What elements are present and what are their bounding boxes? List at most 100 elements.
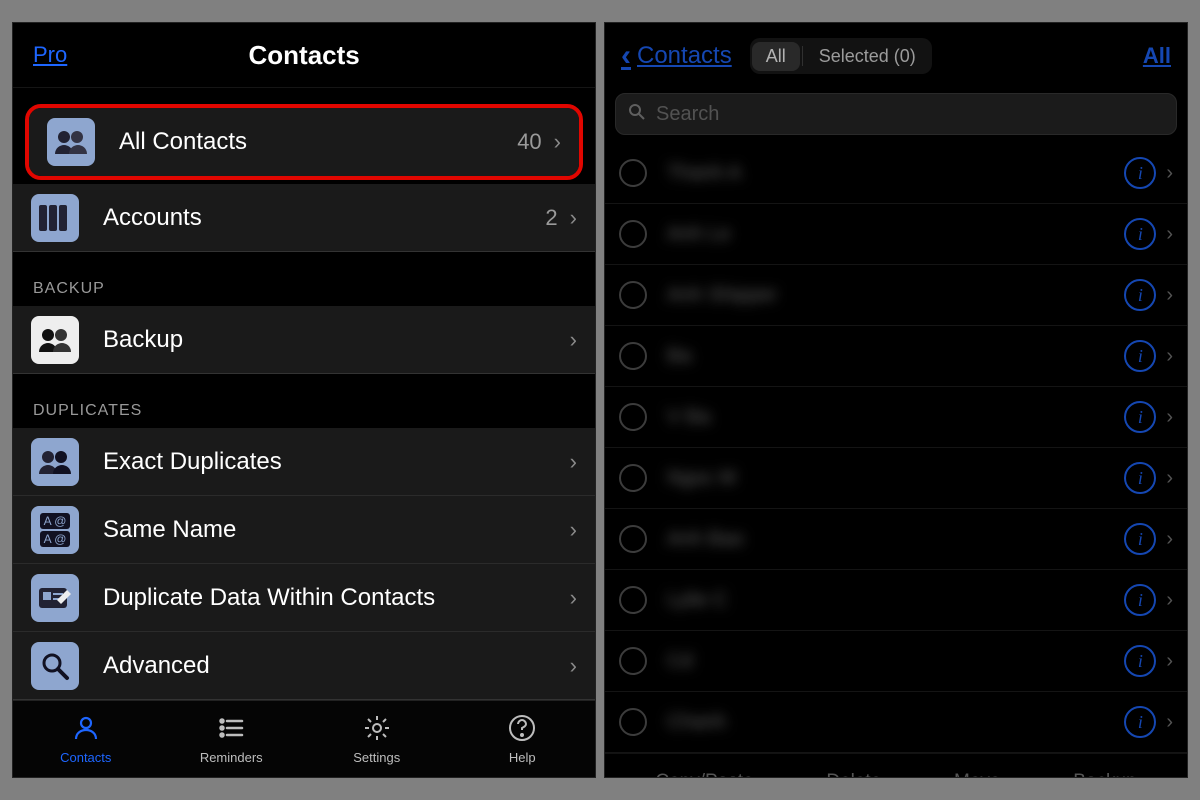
row-advanced[interactable]: Advanced ›: [13, 632, 595, 700]
chevron-right-icon: ›: [1166, 284, 1173, 307]
chevron-right-icon: ›: [1166, 223, 1173, 246]
row-label: Advanced: [103, 652, 570, 680]
contact-name: V Ba: [667, 406, 1124, 429]
contact-row[interactable]: Lylie Ci›: [605, 570, 1187, 631]
row-label: Duplicate Data Within Contacts: [103, 584, 570, 612]
bottom-toolbar: Copy/Paste Delete Move Backup: [605, 753, 1187, 778]
radio-unchecked[interactable]: [619, 220, 647, 248]
radio-unchecked[interactable]: [619, 281, 647, 309]
copy-paste-button[interactable]: Copy/Paste: [655, 771, 753, 779]
info-icon[interactable]: i: [1124, 157, 1156, 189]
contact-name: Ba: [667, 345, 1124, 368]
row-exact-duplicates[interactable]: Exact Duplicates ›: [13, 428, 595, 496]
chevron-right-icon: ›: [1166, 345, 1173, 368]
highlight-annotation: All Contacts 40 ›: [25, 104, 583, 180]
radio-unchecked[interactable]: [619, 464, 647, 492]
contact-name: Chanh: [667, 711, 1124, 734]
radio-unchecked[interactable]: [619, 586, 647, 614]
tab-label: Reminders: [200, 750, 263, 765]
contact-row[interactable]: Thanh Ai›: [605, 143, 1187, 204]
radio-unchecked[interactable]: [619, 342, 647, 370]
tab-label: Settings: [353, 750, 400, 765]
people-icon: [31, 316, 79, 364]
info-icon[interactable]: i: [1124, 645, 1156, 677]
chevron-right-icon: ›: [570, 517, 577, 543]
backup-button[interactable]: Backup: [1073, 771, 1136, 779]
move-button[interactable]: Move: [954, 771, 1000, 779]
seg-selected[interactable]: Selected (0): [803, 46, 932, 67]
back-button[interactable]: ‹ Contacts: [621, 39, 732, 73]
delete-button[interactable]: Delete: [826, 771, 881, 779]
row-accounts[interactable]: Accounts 2 ›: [13, 184, 595, 252]
contact-row[interactable]: Cdi›: [605, 631, 1187, 692]
contact-row[interactable]: Anh Shipperi ›: [605, 265, 1187, 326]
contact-row[interactable]: Bai ›: [605, 326, 1187, 387]
edit-card-icon: [31, 574, 79, 622]
select-all-link[interactable]: All: [1143, 43, 1171, 69]
row-label: Same Name: [103, 516, 570, 544]
contact-name: Lylie C: [667, 589, 1124, 612]
contact-name: Anh Bao: [667, 528, 1124, 551]
row-label: All Contacts: [119, 128, 517, 156]
chevron-right-icon: ›: [570, 205, 577, 231]
row-same-name[interactable]: A @ A @ Same Name ›: [13, 496, 595, 564]
tab-label: Help: [509, 750, 536, 765]
navbar: ‹ Contacts All Selected (0) All: [605, 23, 1187, 89]
radio-unchecked[interactable]: [619, 525, 647, 553]
seg-all[interactable]: All: [752, 42, 800, 71]
name-cards-icon: A @ A @: [31, 506, 79, 554]
contact-row[interactable]: Anh Baoi ›: [605, 509, 1187, 570]
info-icon[interactable]: i: [1124, 462, 1156, 494]
radio-unchecked[interactable]: [619, 708, 647, 736]
row-backup[interactable]: Backup ›: [13, 306, 595, 374]
row-all-contacts[interactable]: All Contacts 40 ›: [29, 108, 579, 176]
contact-row[interactable]: Chanhi ›: [605, 692, 1187, 753]
info-icon[interactable]: i: [1124, 279, 1156, 311]
chevron-right-icon: ›: [1166, 711, 1173, 734]
row-duplicate-data[interactable]: Duplicate Data Within Contacts ›: [13, 564, 595, 632]
search-input[interactable]: [656, 103, 1164, 126]
info-icon[interactable]: i: [1124, 340, 1156, 372]
chevron-right-icon: ›: [1166, 467, 1173, 490]
info-icon[interactable]: i: [1124, 523, 1156, 555]
search-icon: [31, 642, 79, 690]
chevron-left-icon: ‹: [621, 39, 631, 73]
contacts-main-pane: Pro Contacts All Contacts 40 › Accounts: [12, 22, 596, 778]
row-count: 2: [545, 205, 557, 231]
info-icon[interactable]: i: [1124, 706, 1156, 738]
tab-reminders[interactable]: Reminders: [159, 701, 305, 777]
contact-row[interactable]: Ngoc Mi ›: [605, 448, 1187, 509]
page-title: Contacts: [67, 40, 541, 71]
tab-contacts[interactable]: Contacts: [13, 701, 159, 777]
people-pair-icon: [31, 438, 79, 486]
chevron-right-icon: ›: [570, 585, 577, 611]
chevron-right-icon: ›: [1166, 162, 1173, 185]
contact-name: Cd: [667, 650, 1124, 673]
radio-unchecked[interactable]: [619, 647, 647, 675]
contact-row[interactable]: Anh Lei›: [605, 204, 1187, 265]
chevron-right-icon: ›: [570, 327, 577, 353]
search-icon: [628, 103, 646, 126]
chevron-right-icon: ›: [570, 653, 577, 679]
gear-icon: [363, 714, 391, 747]
radio-unchecked[interactable]: [619, 159, 647, 187]
back-label: Contacts: [637, 42, 732, 70]
section-header-backup: BACKUP: [13, 252, 595, 306]
info-icon[interactable]: i: [1124, 401, 1156, 433]
chevron-right-icon: ›: [1166, 528, 1173, 551]
search-bar[interactable]: [615, 93, 1177, 135]
tab-help[interactable]: Help: [450, 701, 596, 777]
section-header-duplicates: DUPLICATES: [13, 374, 595, 428]
tab-settings[interactable]: Settings: [304, 701, 450, 777]
tab-bar: Contacts Reminders Settings Help: [13, 700, 595, 777]
contact-row[interactable]: V Bai›: [605, 387, 1187, 448]
contact-name: Anh Shipper: [667, 284, 1124, 307]
info-icon[interactable]: i: [1124, 218, 1156, 250]
radio-unchecked[interactable]: [619, 403, 647, 431]
navbar: Pro Contacts: [13, 23, 595, 88]
help-icon: [508, 714, 536, 747]
contact-name: Ngoc M: [667, 467, 1124, 490]
pro-link[interactable]: Pro: [33, 42, 67, 68]
info-icon[interactable]: i: [1124, 584, 1156, 616]
list-icon: [217, 714, 245, 747]
